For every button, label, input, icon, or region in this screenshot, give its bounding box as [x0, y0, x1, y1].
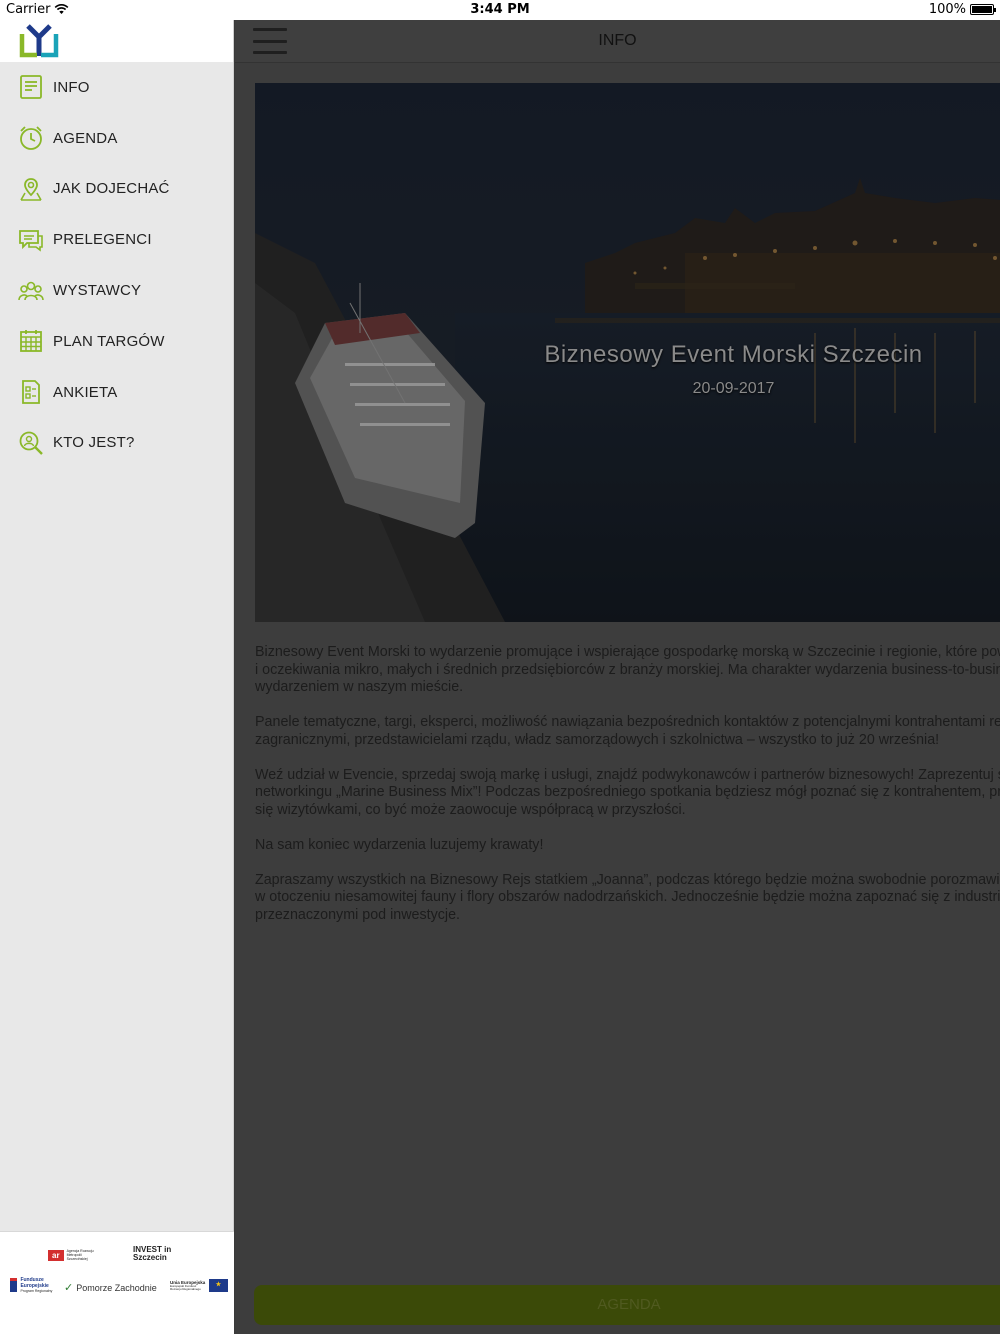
- calendar-grid-icon: [18, 328, 44, 354]
- event-description: Biznesowy Event Morski to wydarzenie pro…: [255, 644, 1000, 942]
- hero-banner: Biznesowy Event Morski Szczecin 20-09-20…: [255, 83, 1000, 622]
- pomorze-zachodnie-logo: ✓ Pomorze Zachodnie: [64, 1281, 157, 1294]
- side-menu: INFO AGENDA JAK DOJECHAĆ PRELEGENCI WYST…: [0, 20, 234, 1334]
- pomorze-mark: ✓: [64, 1282, 74, 1294]
- arms-text: Agencja Rozwoju Metropolii Szczecińskiej: [66, 1249, 94, 1261]
- menu-item-label: WYSTAWCY: [53, 282, 142, 300]
- eu-logo: Unia Europejska Europejski Fundusz Rozwo…: [170, 1279, 228, 1292]
- document-icon: [18, 74, 44, 100]
- fundusze-europejskie-logo: Fundusze Europejskie Program Regionalny: [10, 1277, 60, 1293]
- menu-item-jak-dojechac[interactable]: JAK DOJECHAĆ: [0, 164, 233, 215]
- main-panel: INFO Biznesowy Event Morski Szczecin 20-…: [235, 20, 1000, 1334]
- arms-badge: ar: [48, 1249, 64, 1261]
- menu-item-label: KTO JEST?: [53, 434, 135, 452]
- menu-list: INFO AGENDA JAK DOJECHAĆ PRELEGENCI WYST…: [0, 62, 233, 468]
- menu-item-prelegenci[interactable]: PRELEGENCI: [0, 214, 233, 265]
- menu-item-label: JAK DOJECHAĆ: [53, 180, 170, 198]
- description-paragraph: Na sam koniec wydarzenia luzujemy krawat…: [255, 836, 544, 853]
- fe-subtext: Program Regionalny: [20, 1289, 53, 1293]
- description-paragraph: Panele tematyczne, targi, eksperci, możl…: [255, 714, 1000, 748]
- description-paragraph: Biznesowy Event Morski to wydarzenie pro…: [255, 644, 1000, 695]
- event-title: Biznesowy Event Morski Szczecin: [544, 341, 923, 368]
- menu-item-info[interactable]: INFO: [0, 62, 233, 113]
- menu-item-label: AGENDA: [53, 129, 118, 147]
- fe-text: Fundusze Europejskie: [20, 1277, 49, 1289]
- clock-icon: [18, 125, 44, 151]
- arms-logo: ar Agencja Rozwoju Metropolii Szczecińsk…: [48, 1249, 99, 1261]
- eu-subtext: Europejski Fundusz Rozwoju Regionalnego: [170, 1283, 201, 1291]
- menu-item-label: INFO: [53, 78, 90, 96]
- nav-bar: INFO: [235, 20, 1000, 63]
- battery-indicator: 100%: [928, 2, 996, 17]
- chat-icon: [18, 227, 44, 253]
- menu-item-kto-jest[interactable]: KTO JEST?: [0, 418, 233, 469]
- description-paragraph: Weź udział w Evencie, sprzedaj swoją mar…: [255, 766, 1000, 818]
- people-icon: [18, 278, 44, 304]
- menu-item-wystawcy[interactable]: WYSTAWCY: [0, 265, 233, 316]
- invest-szczecin-logo: INVEST in Szczecin: [133, 1245, 172, 1262]
- menu-item-label: ANKIETA: [53, 383, 118, 401]
- menu-item-plan-targow[interactable]: PLAN TARGÓW: [0, 316, 233, 367]
- battery-label: 100%: [928, 2, 966, 17]
- battery-icon: [970, 4, 996, 15]
- sponsor-logos: ar Agencja Rozwoju Metropolii Szczecińsk…: [0, 1231, 234, 1334]
- map-pin-icon: [18, 176, 44, 202]
- fe-mark: [10, 1278, 18, 1292]
- menu-item-label: PRELEGENCI: [53, 231, 152, 249]
- survey-icon: [18, 379, 44, 405]
- search-person-icon: [18, 430, 44, 456]
- page-title: INFO: [598, 32, 637, 49]
- menu-item-ankieta[interactable]: ANKIETA: [0, 367, 233, 418]
- event-date: 20-09-2017: [692, 380, 775, 397]
- pomorze-text: Pomorze Zachodnie: [76, 1282, 157, 1293]
- sidebar-header: [0, 20, 233, 62]
- eu-flag-icon: ★: [209, 1279, 228, 1292]
- menu-item-agenda[interactable]: AGENDA: [0, 113, 233, 164]
- description-paragraph: Zapraszamy wszystkich na Biznesowy Rejs …: [255, 871, 1000, 923]
- clock: 3:44 PM: [470, 2, 530, 17]
- status-bar: Carrier 3:44 PM 100%: [0, 0, 1000, 20]
- agenda-button[interactable]: AGENDA: [254, 1285, 1000, 1325]
- app-logo: [19, 24, 59, 58]
- menu-item-label: PLAN TARGÓW: [53, 332, 165, 350]
